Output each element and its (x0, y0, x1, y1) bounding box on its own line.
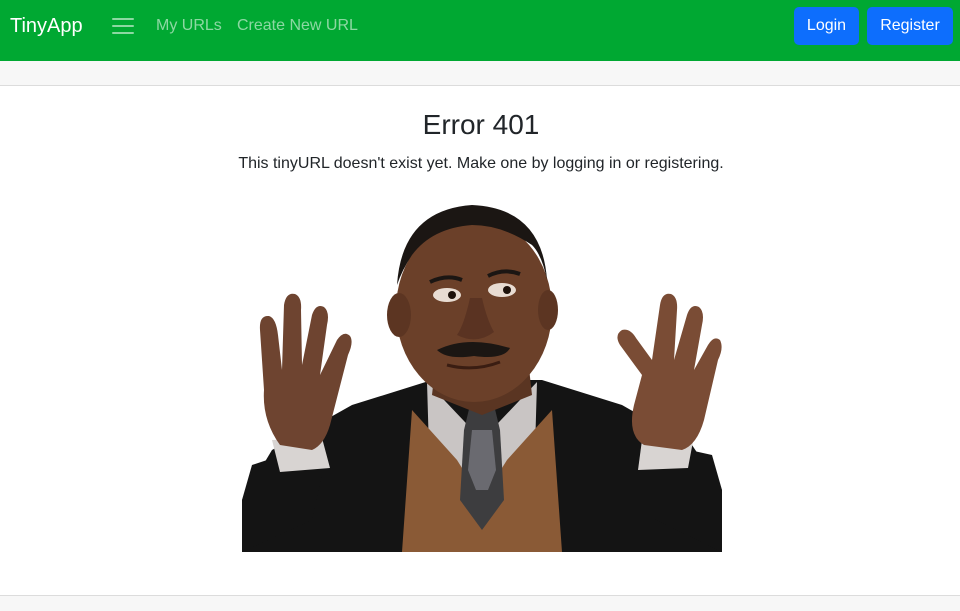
nav-link-my-urls[interactable]: My URLs (156, 16, 222, 36)
page-title: Error 401 (422, 109, 540, 140)
error-message: This tinyURL doesn't exist yet. Make one… (238, 155, 724, 172)
shrugging-man-image (242, 200, 722, 552)
hamburger-menu-icon[interactable] (110, 14, 136, 38)
footer-bar (0, 595, 960, 611)
login-button[interactable]: Login (794, 7, 859, 45)
nav-link-create-new-url[interactable]: Create New URL (237, 16, 358, 36)
header-divider-bar (0, 61, 960, 86)
main-content: Error 401 This tinyURL doesn't exist yet… (0, 86, 960, 595)
top-navbar: TinyApp My URLs Create New URL Login Reg… (0, 0, 960, 61)
brand-link[interactable]: TinyApp (10, 14, 83, 38)
register-button[interactable]: Register (867, 7, 953, 45)
